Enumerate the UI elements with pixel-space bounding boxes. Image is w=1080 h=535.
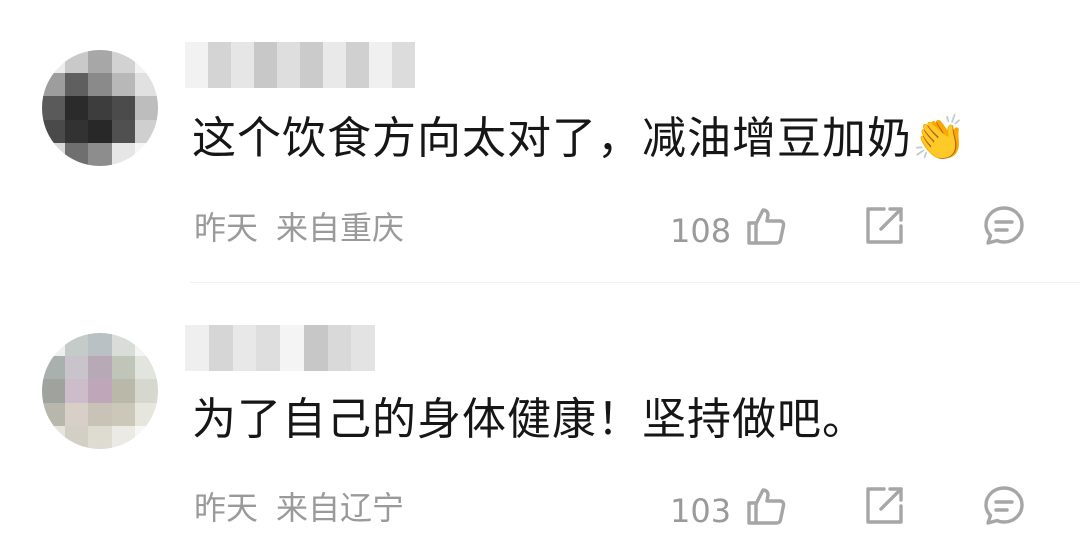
comment-meta: 昨天 来自重庆: [194, 208, 404, 248]
comment-meta: 昨天 来自辽宁: [194, 488, 404, 528]
thumbs-up-icon[interactable]: [744, 484, 788, 528]
comment-text[interactable]: 为了自己的身体健康！坚持做吧。: [192, 391, 867, 449]
like-count: 108: [670, 212, 732, 250]
share-icon[interactable]: [862, 204, 906, 248]
comment-time: 昨天: [194, 489, 259, 527]
avatar[interactable]: [42, 333, 158, 449]
reply-icon[interactable]: [982, 204, 1026, 248]
username-blurred[interactable]: [185, 325, 375, 371]
comment-location: 来自重庆: [276, 209, 405, 247]
comment-location: 来自辽宁: [276, 489, 405, 527]
thumbs-up-icon[interactable]: [744, 204, 788, 248]
reply-icon[interactable]: [982, 484, 1026, 528]
comment-time: 昨天: [194, 209, 259, 247]
comment-item: 这个饮食方向太对了，减油增豆加奶👏 昨天 来自重庆 108: [0, 0, 1080, 282]
like-count: 103: [670, 492, 732, 530]
username-blurred[interactable]: [185, 42, 415, 88]
comment-text[interactable]: 这个饮食方向太对了，减油增豆加奶👏: [192, 110, 968, 168]
share-icon[interactable]: [862, 484, 906, 528]
avatar[interactable]: [42, 50, 158, 166]
comment-item: 为了自己的身体健康！坚持做吧。 昨天 来自辽宁 103: [0, 283, 1080, 535]
